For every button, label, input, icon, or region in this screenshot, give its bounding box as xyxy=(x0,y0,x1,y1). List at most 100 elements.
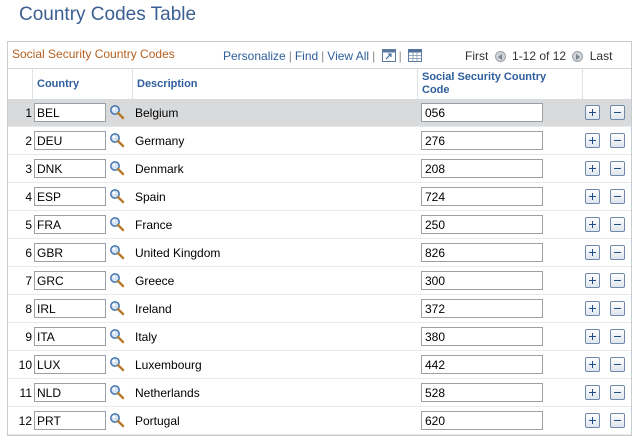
table-row: 3 Denmark xyxy=(8,155,631,183)
view-all-link[interactable]: View All xyxy=(327,49,369,63)
country-code-input[interactable] xyxy=(34,411,106,430)
column-header-ss-code[interactable]: Social Security Country Code xyxy=(417,69,582,99)
add-row-button[interactable] xyxy=(585,189,600,204)
delete-row-button[interactable] xyxy=(610,301,625,316)
table-row: 5 France xyxy=(8,211,631,239)
country-codes-grid: Social Security Country Codes Personaliz… xyxy=(7,41,632,436)
column-label: Country xyxy=(37,78,80,90)
country-code-input[interactable] xyxy=(34,103,106,122)
ss-country-code-input[interactable] xyxy=(421,327,543,346)
add-row-button[interactable] xyxy=(585,301,600,316)
delete-row-button[interactable] xyxy=(610,189,625,204)
ss-country-code-input[interactable] xyxy=(421,383,543,402)
magnifier-lookup-icon[interactable] xyxy=(109,104,125,120)
ss-country-code-input[interactable] xyxy=(421,159,543,178)
add-row-button[interactable] xyxy=(585,273,600,288)
column-header-description[interactable]: Description xyxy=(132,69,417,99)
table-row: 10 Luxembourg xyxy=(8,351,631,379)
delete-row-button[interactable] xyxy=(610,413,625,428)
ss-country-code-input[interactable] xyxy=(421,243,543,262)
add-row-button[interactable] xyxy=(585,385,600,400)
country-code-input[interactable] xyxy=(34,271,106,290)
magnifier-lookup-icon[interactable] xyxy=(109,412,125,428)
country-code-input[interactable] xyxy=(34,243,106,262)
table-row: 7 Greece xyxy=(8,267,631,295)
ss-country-code-input[interactable] xyxy=(421,103,543,122)
magnifier-lookup-icon[interactable] xyxy=(109,272,125,288)
country-description: Greece xyxy=(135,274,175,288)
table-row: 9 Italy xyxy=(8,323,631,351)
delete-row-button[interactable] xyxy=(610,357,625,372)
delete-row-button[interactable] xyxy=(610,217,625,232)
row-number: 5 xyxy=(25,218,32,232)
country-code-input[interactable] xyxy=(34,187,106,206)
delete-row-button[interactable] xyxy=(610,133,625,148)
row-number: 6 xyxy=(25,246,32,260)
magnifier-lookup-icon[interactable] xyxy=(109,356,125,372)
separator: | xyxy=(398,49,402,63)
country-code-input[interactable] xyxy=(34,327,106,346)
grid-navigation-bar: Social Security Country Codes Personaliz… xyxy=(8,42,631,69)
add-row-button[interactable] xyxy=(585,413,600,428)
delete-row-button[interactable] xyxy=(610,273,625,288)
country-description: Italy xyxy=(135,330,158,344)
add-row-button[interactable] xyxy=(585,217,600,232)
column-header-country[interactable]: Country xyxy=(32,69,132,99)
delete-row-button[interactable] xyxy=(610,105,625,120)
country-code-input[interactable] xyxy=(34,215,106,234)
country-code-input[interactable] xyxy=(34,383,106,402)
delete-row-button[interactable] xyxy=(610,161,625,176)
ss-country-code-input[interactable] xyxy=(421,411,543,430)
table-row: 1 Belgium xyxy=(8,99,631,127)
find-link[interactable]: Find xyxy=(295,49,318,63)
table-row: 12 Portugal xyxy=(8,407,631,435)
magnifier-lookup-icon[interactable] xyxy=(109,300,125,316)
add-row-button[interactable] xyxy=(585,329,600,344)
next-arrow-icon[interactable] xyxy=(572,51,584,62)
country-description: Ireland xyxy=(135,302,172,316)
country-description: Denmark xyxy=(135,162,184,176)
row-number: 8 xyxy=(25,302,32,316)
ss-country-code-input[interactable] xyxy=(421,299,543,318)
country-description: Portugal xyxy=(135,414,180,428)
country-code-input[interactable] xyxy=(34,355,106,374)
page-title: Country Codes Table xyxy=(19,4,197,25)
country-code-input[interactable] xyxy=(34,299,106,318)
spreadsheet-download-icon[interactable] xyxy=(408,49,423,65)
add-row-button[interactable] xyxy=(585,133,600,148)
ss-country-code-input[interactable] xyxy=(421,271,543,290)
magnifier-lookup-icon[interactable] xyxy=(109,328,125,344)
delete-row-button[interactable] xyxy=(610,245,625,260)
country-description: Spain xyxy=(135,190,166,204)
column-label-line2: Code xyxy=(422,84,450,96)
ss-country-code-input[interactable] xyxy=(421,215,543,234)
add-row-button[interactable] xyxy=(585,105,600,120)
ss-country-code-input[interactable] xyxy=(421,187,543,206)
previous-arrow-icon[interactable] xyxy=(494,51,506,62)
delete-row-button[interactable] xyxy=(610,329,625,344)
country-code-input[interactable] xyxy=(34,131,106,150)
grid-rows: 1 Belgium 2 Germany 3 Denmark 4 Spain 5 France 6 Un… xyxy=(8,99,631,435)
grid-links: Personalize | Find | View All | | xyxy=(223,49,423,65)
ss-country-code-input[interactable] xyxy=(421,131,543,150)
row-number: 7 xyxy=(25,274,32,288)
delete-row-button[interactable] xyxy=(610,385,625,400)
table-row: 8 Ireland xyxy=(8,295,631,323)
magnifier-lookup-icon[interactable] xyxy=(109,132,125,148)
add-row-button[interactable] xyxy=(585,245,600,260)
country-description: Belgium xyxy=(135,106,179,120)
add-row-button[interactable] xyxy=(585,161,600,176)
magnifier-lookup-icon[interactable] xyxy=(109,384,125,400)
row-number: 4 xyxy=(25,190,32,204)
magnifier-lookup-icon[interactable] xyxy=(109,160,125,176)
magnifier-lookup-icon[interactable] xyxy=(109,244,125,260)
magnifier-lookup-icon[interactable] xyxy=(109,216,125,232)
add-row-button[interactable] xyxy=(585,357,600,372)
country-code-input[interactable] xyxy=(34,159,106,178)
ss-country-code-input[interactable] xyxy=(421,355,543,374)
personalize-link[interactable]: Personalize xyxy=(223,49,286,63)
magnifier-lookup-icon[interactable] xyxy=(109,188,125,204)
zoom-grid-icon[interactable] xyxy=(381,49,396,65)
grid-title: Social Security Country Codes xyxy=(12,47,175,61)
table-row: 2 Germany xyxy=(8,127,631,155)
